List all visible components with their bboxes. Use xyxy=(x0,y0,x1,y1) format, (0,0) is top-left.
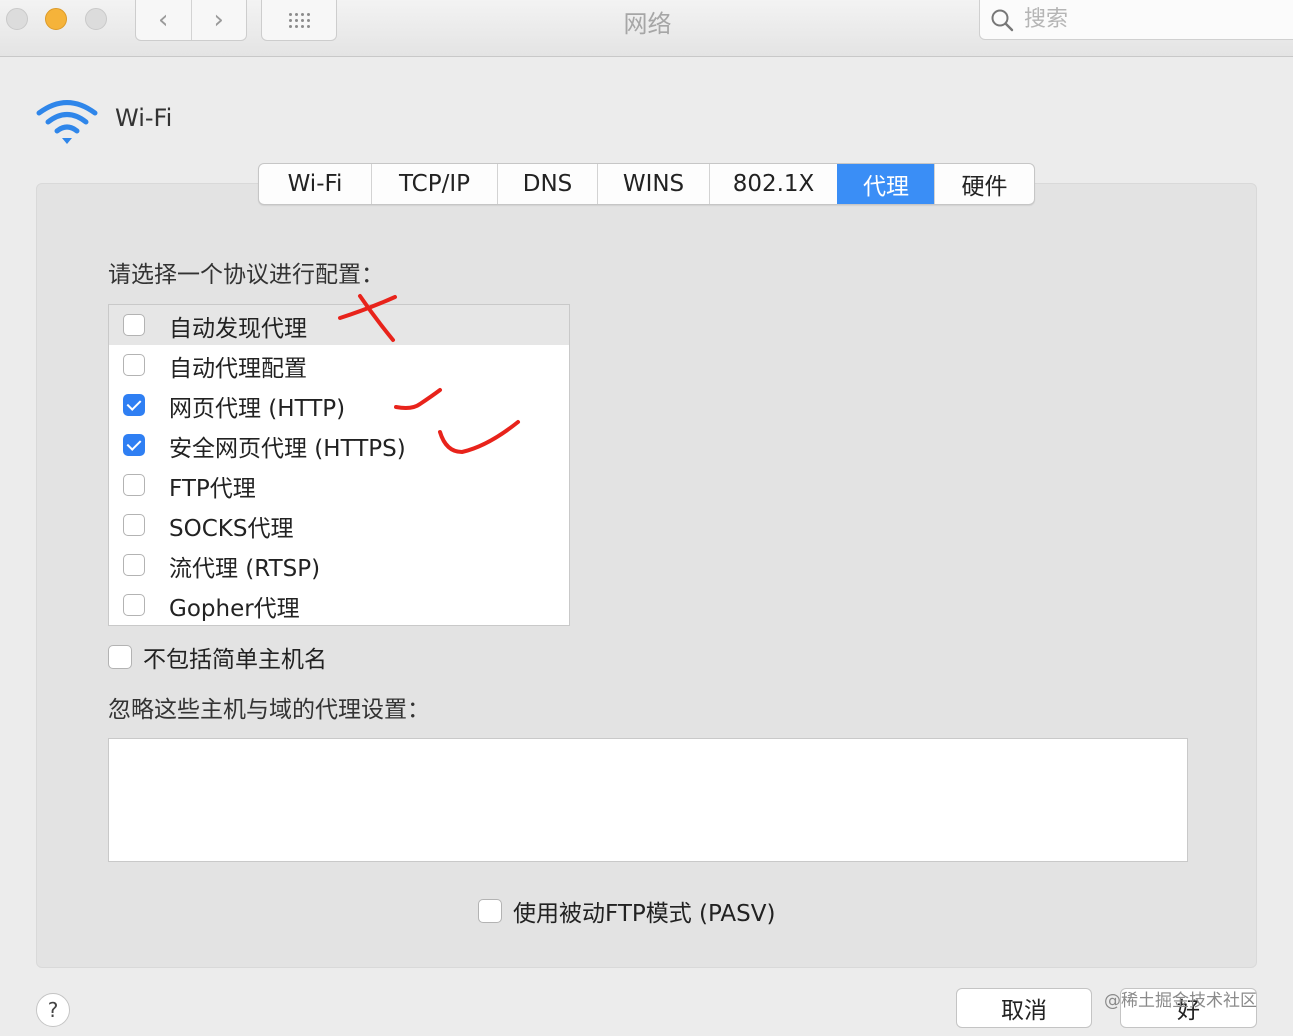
protocol-row-auto-config[interactable]: 自动代理配置 xyxy=(109,345,569,385)
passive-ftp-label: 使用被动FTP模式 (PASV) xyxy=(513,901,776,927)
protocol-checkbox[interactable] xyxy=(123,594,145,616)
passive-ftp-row[interactable]: 使用被动FTP模式 (PASV) xyxy=(478,894,775,928)
service-name: Wi-Fi xyxy=(115,104,173,132)
network-preferences-window: ‹ › 网络 Wi-Fi xyxy=(0,0,1293,1036)
protocol-label: 自动发现代理 xyxy=(169,316,307,342)
tab-bar: Wi-Fi TCP/IP DNS WINS 802.1X 代理 硬件 xyxy=(258,163,1035,205)
tab-tcpip[interactable]: TCP/IP xyxy=(371,164,497,204)
close-window-button[interactable] xyxy=(6,8,28,30)
protocol-row-rtsp[interactable]: 流代理 (RTSP) xyxy=(109,545,569,585)
search-input[interactable] xyxy=(1022,6,1266,33)
tab-hardware[interactable]: 硬件 xyxy=(934,164,1034,204)
exclude-simple-hostnames-checkbox[interactable] xyxy=(108,645,132,669)
protocol-checkbox[interactable] xyxy=(123,434,145,456)
passive-ftp-checkbox[interactable] xyxy=(478,899,502,923)
back-button[interactable]: ‹ xyxy=(136,0,191,40)
exclude-simple-hostnames-label: 不包括简单主机名 xyxy=(143,647,327,673)
search-field[interactable] xyxy=(979,0,1293,40)
tab-dns[interactable]: DNS xyxy=(497,164,597,204)
back-forward-group: ‹ › xyxy=(135,0,247,41)
tab-wins[interactable]: WINS xyxy=(597,164,709,204)
protocol-prompt: 请选择一个协议进行配置： xyxy=(108,262,384,288)
protocol-row-socks[interactable]: SOCKS代理 xyxy=(109,505,569,545)
bypass-hosts-textarea[interactable] xyxy=(108,738,1188,862)
tab-8021x[interactable]: 802.1X xyxy=(709,164,837,204)
protocol-row-http[interactable]: 网页代理 (HTTP) xyxy=(109,385,569,425)
protocol-row-ftp[interactable]: FTP代理 xyxy=(109,465,569,505)
minimize-window-button[interactable] xyxy=(45,8,67,30)
protocol-row-gopher[interactable]: Gopher代理 xyxy=(109,585,569,625)
protocol-label: SOCKS代理 xyxy=(169,516,294,542)
window-title: 网络 xyxy=(623,10,672,38)
protocol-row-https[interactable]: 安全网页代理 (HTTPS) xyxy=(109,425,569,465)
protocol-checkbox[interactable] xyxy=(123,474,145,496)
forward-button[interactable]: › xyxy=(190,0,247,40)
watermark: @稀土掘金技术社区 xyxy=(1104,991,1257,1011)
tab-wifi[interactable]: Wi-Fi xyxy=(259,164,371,204)
zoom-window-button[interactable] xyxy=(85,8,107,30)
protocol-list: 自动发现代理 自动代理配置 网页代理 (HTTP) 安全网页代理 (HTTPS)… xyxy=(108,304,570,626)
chevron-right-icon: › xyxy=(213,5,224,35)
title-bar: ‹ › 网络 xyxy=(0,0,1293,57)
protocol-label: FTP代理 xyxy=(169,476,256,502)
cancel-button[interactable]: 取消 xyxy=(956,988,1092,1028)
exclude-simple-hostnames-row[interactable]: 不包括简单主机名 xyxy=(108,640,327,674)
wifi-icon xyxy=(36,100,98,144)
tab-proxies[interactable]: 代理 xyxy=(837,164,934,204)
protocol-label: 自动代理配置 xyxy=(169,356,307,382)
cancel-label: 取消 xyxy=(1001,998,1047,1024)
protocol-checkbox[interactable] xyxy=(123,394,145,416)
grid-icon xyxy=(288,12,310,28)
protocol-checkbox[interactable] xyxy=(123,554,145,576)
protocol-checkbox[interactable] xyxy=(123,314,145,336)
protocol-row-auto-discovery[interactable]: 自动发现代理 xyxy=(109,305,569,345)
show-all-button[interactable] xyxy=(261,0,337,41)
protocol-checkbox[interactable] xyxy=(123,514,145,536)
protocol-label: 网页代理 (HTTP) xyxy=(169,396,346,422)
question-mark-icon: ? xyxy=(47,998,59,1022)
bypass-label: 忽略这些主机与域的代理设置： xyxy=(108,697,430,723)
chevron-left-icon: ‹ xyxy=(158,5,169,35)
protocol-label: Gopher代理 xyxy=(169,596,300,622)
protocol-checkbox[interactable] xyxy=(123,354,145,376)
help-button[interactable]: ? xyxy=(36,993,70,1027)
protocol-label: 流代理 (RTSP) xyxy=(169,556,321,582)
protocol-label: 安全网页代理 (HTTPS) xyxy=(169,436,406,462)
search-icon xyxy=(991,9,1014,31)
